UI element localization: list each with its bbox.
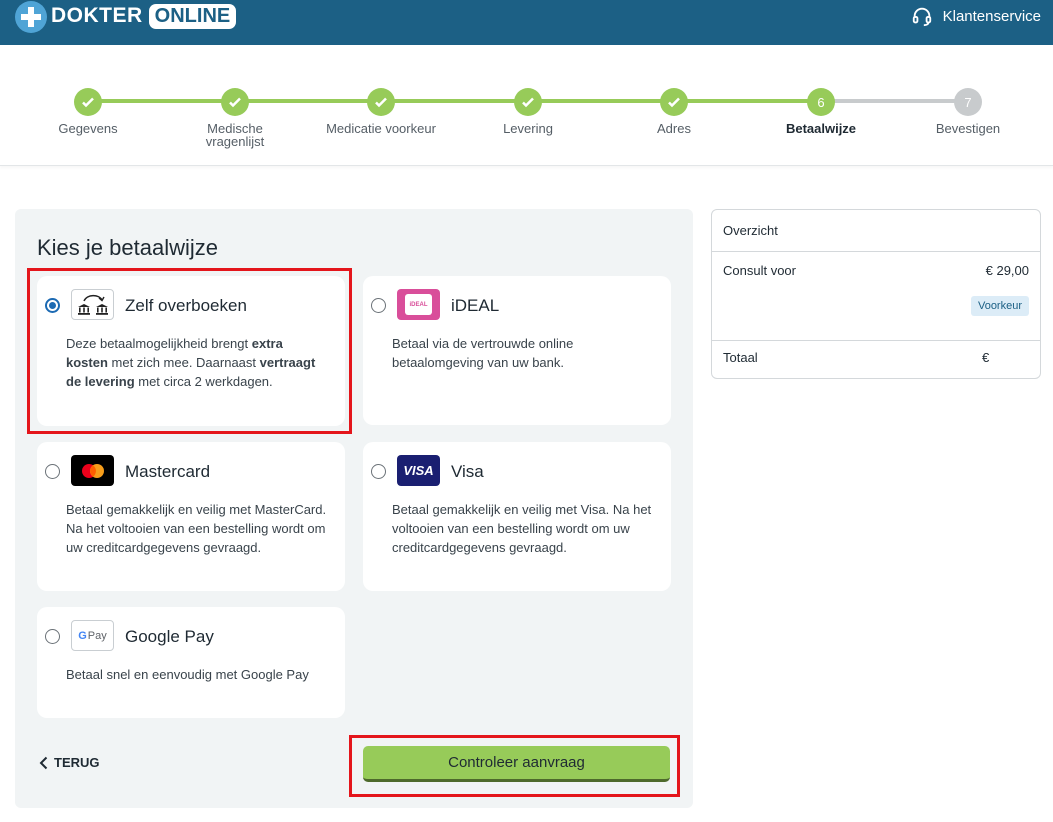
back-label: TERUG: [54, 755, 100, 770]
logo-dokter-text: DOKTER: [51, 4, 143, 27]
payment-option-name: iDEAL: [451, 296, 500, 315]
check-icon: [367, 88, 395, 116]
radio-ideal[interactable]: [371, 298, 386, 313]
step-levering[interactable]: Levering: [453, 88, 603, 135]
mastercard-icon: [71, 455, 114, 486]
radio-mastercard[interactable]: [45, 464, 60, 479]
headset-icon: [912, 7, 931, 27]
step-label: Levering: [503, 121, 553, 136]
preference-badge: Voorkeur: [970, 296, 1029, 316]
payment-option-google-pay[interactable]: G Pay Google Pay Betaal snel en eenvoudig…: [37, 607, 345, 718]
customer-service-label: Klantenservice: [942, 7, 1041, 25]
customer-service-link[interactable]: Klantenservice: [911, 5, 1041, 27]
payment-option-description: Betaal via de vertrouwde online betaalom…: [392, 336, 574, 370]
logo[interactable]: DOKTER ONLINE: [15, 1, 237, 33]
payment-option-visa[interactable]: VISA Visa Betaal gemakkelijk en veilig m…: [363, 442, 671, 591]
overview-title: Overzicht: [712, 210, 1040, 252]
page-title: Kies je betaalwijze: [37, 235, 218, 260]
payment-option-ideal[interactable]: iDEAL iDEAL Betaal via de vertrouwde onl…: [363, 276, 671, 425]
google-pay-icon: G Pay: [71, 620, 114, 651]
order-overview: Overzicht Consult voor € 29,00 Voorkeur …: [711, 209, 1041, 379]
chevron-left-icon: [39, 756, 48, 769]
step-label: Betaalwijze: [785, 121, 857, 136]
logo-online-text: ONLINE: [148, 3, 237, 29]
step-label: Medicatie voorkeur: [326, 121, 436, 136]
step-label: Adres: [657, 121, 691, 136]
overview-consult-row: Consult voor € 29,00: [723, 263, 1029, 278]
payment-option-description: Betaal gemakkelijk en veilig met Visa. N…: [392, 502, 652, 555]
payment-option-name: Visa: [451, 462, 484, 481]
step-number: 7: [954, 88, 982, 116]
payment-option-name: Google Pay: [125, 627, 214, 646]
step-gegevens[interactable]: Gegevens: [13, 88, 163, 135]
step-label: Bevestigen: [935, 121, 1001, 136]
payment-option-description: Betaal gemakkelijk en veilig met MasterC…: [66, 502, 327, 555]
ideal-icon: iDEAL: [397, 289, 440, 320]
check-icon: [221, 88, 249, 116]
overview-total-row: Totaal €: [723, 350, 1029, 365]
highlight-bank-transfer: [27, 268, 352, 434]
step-number: 6: [807, 88, 835, 116]
visa-icon: VISA: [397, 455, 440, 486]
step-medicatie-voorkeur[interactable]: Medicatie voorkeur: [306, 88, 456, 135]
payment-option-name: Mastercard: [125, 462, 211, 481]
highlight-submit-button: [349, 735, 680, 797]
back-button[interactable]: TERUG: [39, 755, 100, 770]
radio-visa[interactable]: [371, 464, 386, 479]
consult-label: Consult voor: [723, 263, 796, 278]
divider: [712, 340, 1040, 341]
step-medische-vragenlijst[interactable]: Medische vragenlijst: [160, 88, 310, 148]
progress-stepper: Gegevens Medische vragenlijst Medicatie …: [0, 45, 1053, 166]
payment-option-mastercard[interactable]: Mastercard Betaal gemakkelijk en veilig …: [37, 442, 345, 591]
step-label: Gegevens: [58, 121, 118, 136]
top-bar: DOKTER ONLINE Klantenservice: [0, 0, 1053, 45]
step-label: Medische vragenlijst: [205, 121, 265, 149]
radio-google-pay[interactable]: [45, 629, 60, 644]
step-bevestigen: 7 Bevestigen: [893, 88, 1043, 135]
step-adres[interactable]: Adres: [599, 88, 749, 135]
total-value: €: [982, 350, 990, 365]
check-icon: [660, 88, 688, 116]
total-label: Totaal: [723, 350, 758, 365]
payment-option-description: Betaal snel en eenvoudig met Google Pay: [66, 667, 309, 682]
check-icon: [74, 88, 102, 116]
logo-cross-icon: [15, 1, 47, 33]
check-icon: [514, 88, 542, 116]
step-betaalwijze: 6 Betaalwijze: [746, 88, 896, 135]
consult-price: € 29,00: [985, 263, 1029, 278]
